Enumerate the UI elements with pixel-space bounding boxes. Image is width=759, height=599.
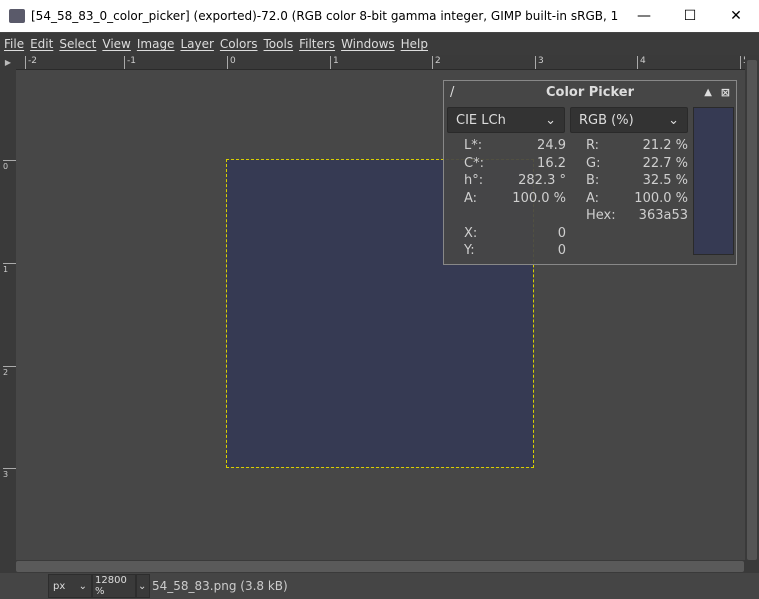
pin-icon[interactable]: ▲ [704,87,712,98]
picker-value: 21.2 % [642,138,688,153]
picker-row: Y: 0 [444,242,694,260]
ruler-tick: 3 [3,468,16,479]
maximize-button[interactable]: ☐ [667,0,713,32]
ruler-tick: 1 [3,263,16,274]
menu-edit[interactable]: Edit [30,37,53,51]
title-bar: [54_58_83_0_color_picker] (exported)-72.… [0,0,759,32]
picker-row: X: 0 [444,225,694,243]
picker-value: 22.7 % [642,156,688,171]
menu-layer[interactable]: Layer [180,37,213,51]
picker-label: A: [586,191,600,206]
ruler-tick: 3 [535,56,544,69]
picker-value: 0 [557,243,566,258]
close-icon[interactable]: ⊠ [721,86,730,99]
menu-windows[interactable]: Windows [341,37,395,51]
picker-value: 363a53 [638,208,688,223]
chevron-down-icon: ⌄ [668,112,679,128]
zoom-dropdown-button[interactable]: ⌄ [136,574,150,598]
ruler-tick: 1 [330,56,339,69]
picker-row: Hex: 363a53 [444,207,694,225]
chevron-down-icon: ⌄ [545,112,556,128]
left-mode-label: CIE LCh [456,112,506,128]
menu-colors[interactable]: Colors [220,37,258,51]
file-info: 54_58_83.png (3.8 kB) [152,579,288,593]
left-mode-select[interactable]: CIE LCh ⌄ [447,107,565,133]
color-picker-dialog: / Color Picker ▲ ⊠ CIE LCh ⌄ RGB (%) ⌄ L*:… [443,80,737,265]
picker-label: X: [464,226,478,241]
color-swatch [693,107,734,255]
eyedropper-icon: / [450,84,455,100]
picker-label: B: [586,173,600,188]
ruler-tick: -2 [25,56,37,69]
ruler-tick: 0 [227,56,236,69]
picker-label: Y: [464,243,475,258]
ruler-tick: -1 [124,56,136,69]
picker-row: B: 32.5 % [444,172,694,190]
ruler-tick: 2 [3,366,16,377]
menu-file[interactable]: File [4,37,24,51]
menu-image[interactable]: Image [137,37,175,51]
status-bar: px ⌄ 12800 % ⌄ 54_58_83.png (3.8 kB) [0,573,759,599]
picker-row: R: 21.2 % [444,137,694,155]
menu-bar: File Edit Select View Image Layer Colors… [0,33,759,55]
ruler-tick: 4 [637,56,646,69]
horizontal-scrollbar[interactable] [0,560,759,573]
zoom-input[interactable]: 12800 % [92,574,136,598]
picker-row: A: 100.0 % [444,190,694,208]
quick-mask-toggle[interactable]: ▶ [0,55,16,70]
ruler-tick: 2 [432,56,441,69]
ruler-tick: 0 [3,160,16,171]
vertical-ruler[interactable]: 0 1 2 3 [0,70,16,560]
menu-select[interactable]: Select [59,37,96,51]
unit-label: px [53,580,66,592]
picker-label: R: [586,138,600,153]
close-button[interactable]: ✕ [713,0,759,32]
menu-filters[interactable]: Filters [299,37,335,51]
right-mode-select[interactable]: RGB (%) ⌄ [570,107,688,133]
gimp-icon [9,9,25,23]
picker-row: G: 22.7 % [444,155,694,173]
picker-value: 0 [557,226,566,241]
picker-label: G: [586,156,601,171]
menu-help[interactable]: Help [401,37,428,51]
unit-select[interactable]: px ⌄ [48,574,92,598]
horizontal-ruler[interactable]: -2 -1 0 1 2 3 4 5 [16,55,749,70]
menu-view[interactable]: View [102,37,130,51]
minimize-button[interactable]: — [621,0,667,32]
vertical-scrollbar[interactable] [745,55,759,560]
picker-label: Hex: [586,208,616,223]
chevron-down-icon: ⌄ [78,580,87,592]
picker-value: 100.0 % [634,191,688,206]
menu-tools[interactable]: Tools [264,37,294,51]
right-mode-label: RGB (%) [579,112,634,128]
picker-value: 32.5 % [642,173,688,188]
window-title: [54_58_83_0_color_picker] (exported)-72.… [31,9,621,23]
dialog-title: Color Picker [545,84,634,100]
